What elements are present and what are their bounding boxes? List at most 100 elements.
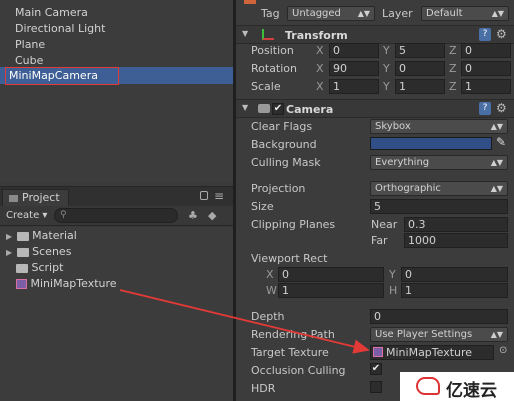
rendering-path-label: Rendering Path <box>251 328 335 341</box>
clear-flags-label: Clear Flags <box>251 120 313 133</box>
viewport-rect-label: Viewport Rect <box>251 252 328 265</box>
position-z-axis: Z <box>449 44 457 57</box>
help-icon[interactable]: ? <box>479 28 491 41</box>
hierarchy-item-plane[interactable]: Plane <box>15 37 45 53</box>
position-x-axis: X <box>316 44 324 57</box>
camera-title: Camera <box>286 103 334 116</box>
create-label: Create <box>6 210 40 221</box>
hierarchy-item-directional-light[interactable]: Directional Light <box>15 21 105 37</box>
tab-project[interactable]: Project <box>2 189 69 207</box>
rotation-z-field[interactable]: 0 <box>461 61 511 76</box>
project-item-label: Script <box>31 261 64 274</box>
chevron-down-icon: ▲▼ <box>490 184 503 193</box>
background-color-swatch[interactable] <box>370 137 492 150</box>
viewport-w-label: W <box>266 284 277 297</box>
transform-header[interactable]: ▼ Transform ? ⚙ <box>236 25 514 44</box>
transform-title: Transform <box>285 29 348 42</box>
scale-x-field[interactable]: 1 <box>329 79 379 94</box>
occlusion-culling-label: Occlusion Culling <box>251 364 346 377</box>
inspector-panel: Tag Untagged ▲▼ Layer Default ▲▼ ▼ Transfo… <box>236 0 514 401</box>
eyedropper-icon[interactable]: ✎ <box>496 135 506 149</box>
size-field[interactable]: 5 <box>370 199 508 214</box>
scale-z-field[interactable]: 1 <box>461 79 511 94</box>
filter-label-icon[interactable]: ◆ <box>208 209 216 222</box>
annotation-box <box>5 67 119 85</box>
clear-flags-dropdown[interactable]: Skybox ▲▼ <box>370 119 508 134</box>
search-icon: ⚲ <box>60 210 67 220</box>
viewport-y-label: Y <box>389 268 396 281</box>
position-z-field[interactable]: 0 <box>461 43 511 58</box>
rendering-path-dropdown[interactable]: Use Player Settings ▲▼ <box>370 327 508 342</box>
folder-icon <box>16 231 29 241</box>
far-field[interactable]: 1000 <box>404 233 508 248</box>
near-label: Near <box>371 218 398 231</box>
position-y-axis: Y <box>383 44 390 57</box>
folder-icon <box>16 263 28 273</box>
help-icon[interactable]: ? <box>479 102 491 115</box>
folder-icon <box>16 247 29 257</box>
project-item-minimaptexture[interactable]: MiniMapTexture <box>16 276 117 292</box>
occlusion-culling-checkbox[interactable]: ✔ <box>370 363 382 375</box>
projection-value: Orthographic <box>375 183 441 194</box>
object-picker-icon[interactable]: ⊙ <box>499 345 507 356</box>
project-item-script[interactable]: Script <box>16 260 63 276</box>
project-tabbar: Project ≡ <box>0 186 233 207</box>
watermark-logo-icon <box>416 377 440 395</box>
chevron-down-icon: ▲▼ <box>490 330 503 339</box>
gear-icon[interactable]: ⚙ <box>496 101 507 115</box>
scale-label: Scale <box>251 80 281 93</box>
rotation-label: Rotation <box>251 62 298 75</box>
scale-y-field[interactable]: 1 <box>395 79 445 94</box>
project-item-label: Material <box>32 229 77 242</box>
filter-type-icon[interactable]: ♣ <box>188 209 198 222</box>
left-panel: Main Camera Directional Light Plane Cube… <box>0 0 233 401</box>
target-texture-field[interactable]: MiniMapTexture <box>370 345 494 360</box>
hierarchy-item-main-camera[interactable]: Main Camera <box>15 5 88 21</box>
layer-value: Default <box>426 8 463 19</box>
create-dropdown[interactable]: Create ▾ <box>6 208 50 223</box>
viewport-h-label: H <box>389 284 398 297</box>
gameobject-icon <box>244 0 256 4</box>
project-tab-label: Project <box>22 191 60 204</box>
lock-icon[interactable] <box>200 191 208 200</box>
collapse-arrow-icon[interactable]: ▼ <box>242 103 248 112</box>
chevron-down-icon: ▲▼ <box>490 122 503 131</box>
target-texture-label: Target Texture <box>251 346 329 359</box>
rotation-x-field[interactable]: 90 <box>329 61 379 76</box>
render-texture-icon <box>373 347 383 357</box>
viewport-y-field[interactable]: 0 <box>401 267 508 282</box>
hdr-checkbox[interactable] <box>370 381 382 393</box>
watermark: 亿速云 <box>400 372 514 401</box>
position-y-field[interactable]: 5 <box>395 43 445 58</box>
hdr-label: HDR <box>251 382 276 395</box>
culling-mask-dropdown[interactable]: Everything ▲▼ <box>370 155 508 170</box>
position-x-field[interactable]: 0 <box>329 43 379 58</box>
project-item-scenes[interactable]: ▶ Scenes <box>6 244 71 260</box>
depth-field[interactable]: 0 <box>370 309 508 324</box>
viewport-w-field[interactable]: 1 <box>278 283 384 298</box>
viewport-h-field[interactable]: 1 <box>401 283 508 298</box>
camera-header[interactable]: ▼ ✔ Camera ? ⚙ <box>236 99 514 118</box>
near-field[interactable]: 0.3 <box>404 217 508 232</box>
chevron-down-icon: ▲▼ <box>490 158 503 167</box>
rotation-x-axis: X <box>316 62 324 75</box>
camera-enabled-checkbox[interactable]: ✔ <box>272 103 284 115</box>
viewport-x-label: X <box>266 268 274 281</box>
project-item-material[interactable]: ▶ Material <box>6 228 77 244</box>
project-list: ▶ Material ▶ Scenes Script MiniMapTextur… <box>0 227 233 401</box>
rotation-y-field[interactable]: 0 <box>395 61 445 76</box>
viewport-x-field[interactable]: 0 <box>278 267 384 282</box>
menu-icon[interactable]: ≡ <box>214 189 224 203</box>
expand-arrow-icon[interactable]: ▶ <box>6 248 12 257</box>
search-input[interactable]: ⚲ <box>54 208 178 223</box>
tag-dropdown[interactable]: Untagged ▲▼ <box>287 6 375 21</box>
chevron-down-icon: ▲▼ <box>357 9 370 18</box>
gear-icon[interactable]: ⚙ <box>496 27 507 41</box>
hierarchy-panel: Main Camera Directional Light Plane Cube… <box>0 0 233 182</box>
expand-arrow-icon[interactable]: ▶ <box>6 232 12 241</box>
layer-dropdown[interactable]: Default ▲▼ <box>421 6 509 21</box>
collapse-arrow-icon[interactable]: ▼ <box>242 29 248 38</box>
render-texture-icon <box>16 279 27 289</box>
scale-y-axis: Y <box>383 80 390 93</box>
projection-dropdown[interactable]: Orthographic ▲▼ <box>370 181 508 196</box>
